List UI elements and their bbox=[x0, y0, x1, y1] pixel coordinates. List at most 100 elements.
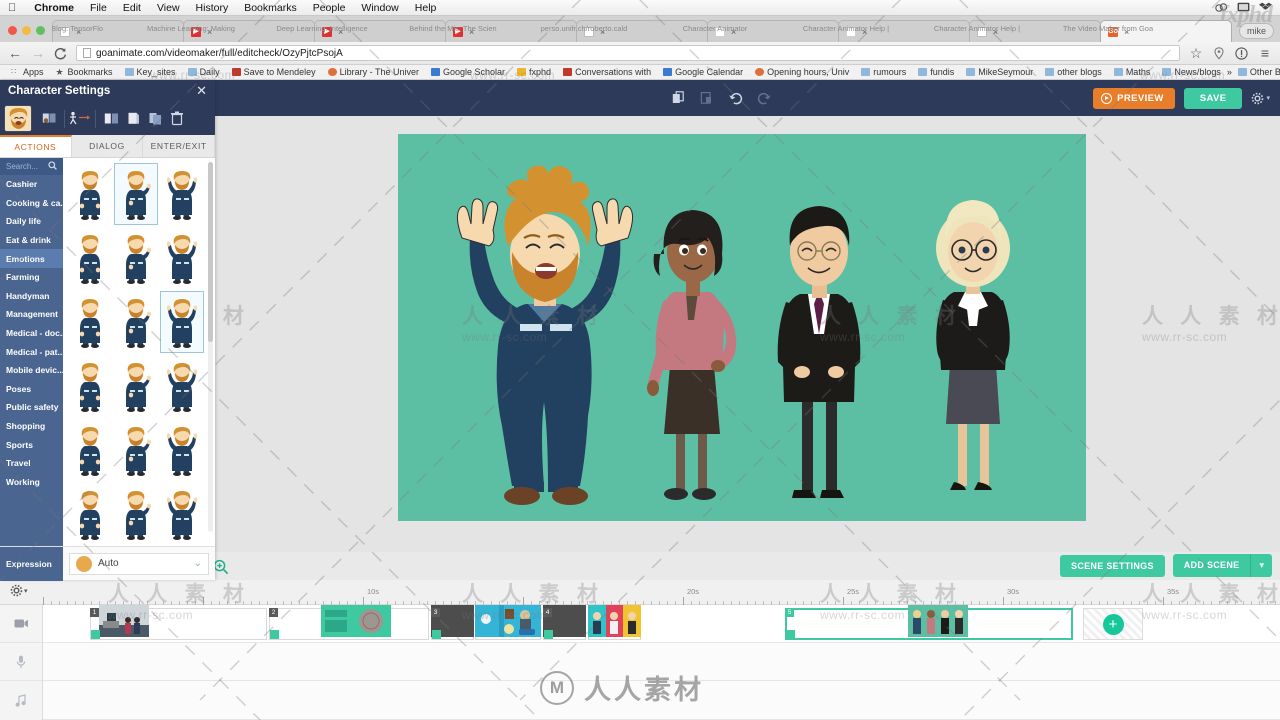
menu-item-people[interactable]: People bbox=[305, 2, 354, 14]
scene-settings-button[interactable]: SCENE SETTINGS bbox=[1060, 554, 1165, 577]
bookmark-fundis[interactable]: fundis bbox=[912, 67, 960, 77]
settings-menu-button[interactable]: ▾ bbox=[1251, 92, 1270, 105]
pose-thumbnail[interactable] bbox=[114, 163, 158, 225]
magnifier-icon[interactable] bbox=[48, 161, 57, 172]
music-track-header[interactable] bbox=[0, 681, 42, 719]
chrome-menu-icon[interactable]: ≡ bbox=[1258, 46, 1272, 60]
pose-thumbnail[interactable] bbox=[114, 355, 158, 417]
tab-enter-exit[interactable]: ENTER/EXIT bbox=[143, 135, 216, 157]
bookmark-star-icon[interactable]: ☆ bbox=[1189, 46, 1203, 60]
add-scene-button[interactable]: ADD SCENE bbox=[1172, 554, 1251, 577]
category-cashier[interactable]: Cashier bbox=[0, 175, 63, 194]
pose-thumbnail[interactable] bbox=[114, 419, 158, 481]
pose-thumbnail[interactable] bbox=[160, 355, 204, 417]
pose-thumbnail[interactable] bbox=[160, 291, 204, 353]
pose-thumbnail[interactable] bbox=[68, 483, 112, 545]
video-stage[interactable] bbox=[398, 134, 1086, 521]
category-cooking-ca[interactable]: Cooking & ca... bbox=[0, 194, 63, 213]
pin-extension-icon[interactable] bbox=[1213, 46, 1225, 60]
audio-track-header[interactable] bbox=[0, 643, 42, 681]
pose-thumbnail[interactable] bbox=[160, 163, 204, 225]
pose-scrollbar-thumb[interactable] bbox=[208, 162, 213, 342]
pose-thumbnail[interactable] bbox=[68, 291, 112, 353]
category-farming[interactable]: Farming bbox=[0, 268, 63, 287]
tab-actions[interactable]: ACTIONS bbox=[0, 135, 72, 157]
bookmark-rumours[interactable]: rumours bbox=[855, 67, 912, 77]
flip-icon[interactable] bbox=[100, 108, 122, 130]
bookmark-other-blogs[interactable]: other blogs bbox=[1039, 67, 1108, 77]
save-button[interactable]: SAVE bbox=[1183, 87, 1243, 109]
forward-button[interactable]: → bbox=[31, 46, 45, 60]
bookmark-other-bookmarks[interactable]: Other Bookmarks bbox=[1232, 67, 1280, 77]
category-travel[interactable]: Travel bbox=[0, 454, 63, 473]
category-shopping[interactable]: Shopping bbox=[0, 417, 63, 436]
category-mobile-devic[interactable]: Mobile devic... bbox=[0, 361, 63, 380]
bookmark-save-to-mendeley[interactable]: Save to Mendeley bbox=[226, 67, 322, 77]
maximize-window-button[interactable] bbox=[36, 26, 45, 35]
category-working[interactable]: Working bbox=[0, 473, 63, 492]
add-scene-dropdown-icon[interactable]: ▾ bbox=[1250, 554, 1272, 577]
category-medical-doc[interactable]: Medical - doc... bbox=[0, 324, 63, 343]
bookmark-maths[interactable]: Maths bbox=[1108, 67, 1157, 77]
category-emotions[interactable]: Emotions bbox=[0, 249, 63, 268]
video-track-header[interactable] bbox=[0, 605, 42, 643]
bookmark-bookmarks[interactable]: ★ Bookmarks bbox=[50, 67, 119, 77]
bookmark-library-the-univer[interactable]: Library - The Univer bbox=[322, 67, 425, 77]
clip-thumbnail[interactable] bbox=[475, 605, 541, 637]
paste-icon[interactable] bbox=[700, 91, 714, 105]
expression-select[interactable]: Auto ⌄ bbox=[69, 552, 209, 575]
motion-path-icon[interactable] bbox=[69, 108, 91, 130]
minimize-window-button[interactable] bbox=[22, 26, 31, 35]
menu-item-file[interactable]: File bbox=[82, 2, 115, 14]
delete-icon[interactable] bbox=[166, 108, 188, 130]
bookmark-conversations-with[interactable]: Conversations with bbox=[557, 67, 657, 77]
character-avatar[interactable] bbox=[4, 105, 32, 132]
bookmark-news-blogs[interactable]: News/blogs bbox=[1156, 67, 1227, 77]
timeline-add-scene-button[interactable]: + bbox=[1083, 608, 1143, 640]
bookmark-google-scholar[interactable]: Google Scholar bbox=[425, 67, 511, 77]
pose-grid[interactable] bbox=[63, 158, 215, 546]
pose-thumbnail[interactable] bbox=[160, 483, 204, 545]
category-medical-pat[interactable]: Medical - pat... bbox=[0, 342, 63, 361]
audio-track-row[interactable] bbox=[43, 643, 1280, 681]
menu-item-help[interactable]: Help bbox=[407, 2, 445, 14]
pose-thumbnail[interactable] bbox=[114, 227, 158, 289]
bookmark-daily[interactable]: Daily bbox=[182, 67, 226, 77]
bookmark-mikeseymour[interactable]: MikeSeymour bbox=[960, 67, 1039, 77]
swap-character-icon[interactable] bbox=[38, 108, 60, 130]
video-track-row[interactable]: 1 2 3 4 5 + bbox=[43, 605, 1280, 643]
close-window-button[interactable] bbox=[8, 26, 17, 35]
canvas-area[interactable] bbox=[215, 116, 1280, 552]
clip-thumbnail[interactable] bbox=[321, 605, 391, 637]
menu-item-chrome[interactable]: Chrome bbox=[26, 2, 82, 14]
menu-item-edit[interactable]: Edit bbox=[115, 2, 149, 14]
music-track-row[interactable] bbox=[43, 681, 1280, 720]
apple-menu-icon[interactable]:  bbox=[8, 2, 16, 14]
timeline-settings-icon[interactable]: ▾ bbox=[10, 584, 28, 600]
page-info-icon[interactable] bbox=[83, 48, 91, 58]
undo-icon[interactable] bbox=[728, 91, 743, 105]
category-management[interactable]: Management bbox=[0, 305, 63, 324]
clip-thumbnail[interactable] bbox=[99, 605, 149, 637]
chevron-down-icon[interactable]: ⌄ bbox=[194, 558, 202, 569]
menu-item-history[interactable]: History bbox=[188, 2, 237, 14]
category-sports[interactable]: Sports bbox=[0, 435, 63, 454]
category-public-safety[interactable]: Public safety bbox=[0, 398, 63, 417]
pose-thumbnail[interactable] bbox=[160, 227, 204, 289]
bookmark-google-calendar[interactable]: Google Calendar bbox=[657, 67, 749, 77]
pose-thumbnail[interactable] bbox=[68, 419, 112, 481]
category-handyman[interactable]: Handyman bbox=[0, 287, 63, 306]
pose-thumbnail[interactable] bbox=[114, 291, 158, 353]
info-icon[interactable] bbox=[1235, 46, 1248, 60]
address-bar[interactable]: goanimate.com/videomaker/full/editcheck/… bbox=[76, 45, 1180, 61]
clip-thumbnail[interactable] bbox=[588, 605, 641, 637]
category-daily-life[interactable]: Daily life bbox=[0, 212, 63, 231]
browser-tab-8[interactable]: Go The Video Maker from Goa × bbox=[1063, 20, 1232, 42]
clip-thumbnail[interactable] bbox=[908, 605, 968, 637]
bookmark-key-sites[interactable]: Key_sites bbox=[119, 67, 182, 77]
pose-thumbnail[interactable] bbox=[68, 227, 112, 289]
back-button[interactable]: ← bbox=[8, 46, 22, 60]
pose-thumbnail[interactable] bbox=[68, 355, 112, 417]
menu-item-window[interactable]: Window bbox=[353, 2, 406, 14]
pose-thumbnail[interactable] bbox=[114, 483, 158, 545]
